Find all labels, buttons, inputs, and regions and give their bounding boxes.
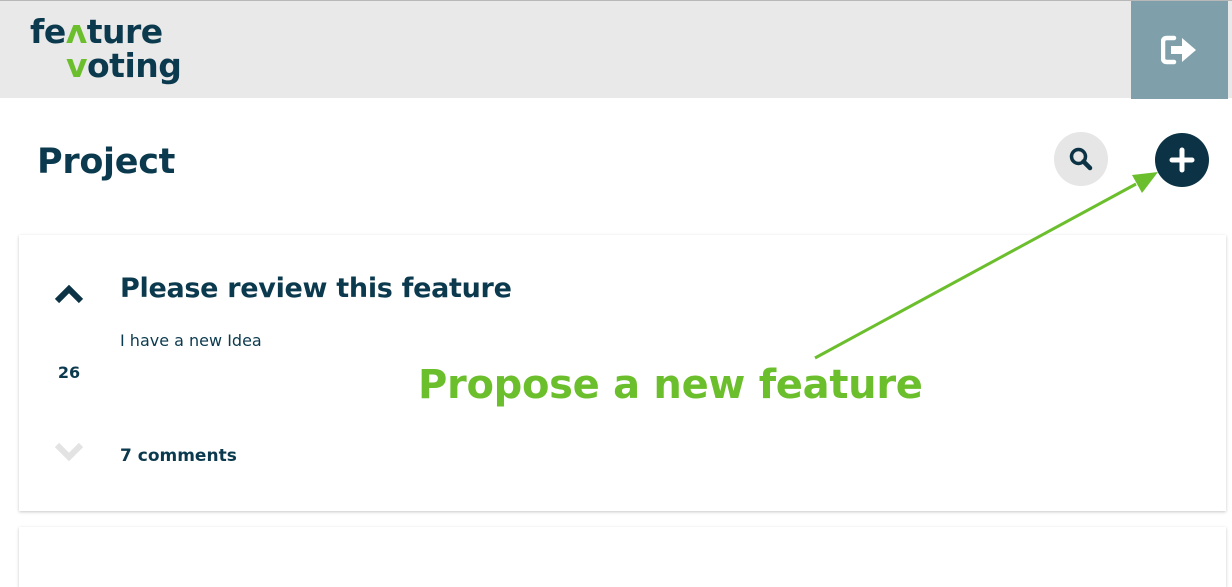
sign-out-icon [1160, 35, 1196, 65]
downvote-button[interactable] [53, 441, 85, 467]
feature-description: I have a new Idea [120, 331, 262, 350]
logo-text-oting: oting [87, 46, 182, 85]
logo-text-fe: fe [30, 12, 66, 51]
logo-line-1: feʌture [30, 15, 181, 49]
upvote-button[interactable] [53, 283, 85, 309]
search-icon [1069, 147, 1093, 171]
feature-title[interactable]: Please review this feature [120, 273, 512, 304]
comments-link[interactable]: 7 comments [120, 446, 237, 466]
top-bar: feʌture voting [0, 0, 1232, 99]
feature-voting-logo[interactable]: feʌture voting [30, 15, 182, 85]
vote-count: 26 [57, 363, 81, 382]
plus-icon [1169, 147, 1195, 173]
add-feature-button[interactable] [1155, 133, 1209, 187]
feature-card[interactable] [19, 527, 1226, 587]
logo-v-mark: v [66, 46, 88, 85]
page-title: Project [37, 142, 176, 182]
chevron-down-icon [54, 442, 84, 462]
logout-button[interactable] [1131, 1, 1228, 99]
chevron-up-icon [54, 284, 84, 304]
logo-line-2: voting [30, 46, 182, 85]
annotation-label: Propose a new feature [418, 362, 923, 408]
search-button[interactable] [1054, 132, 1108, 186]
